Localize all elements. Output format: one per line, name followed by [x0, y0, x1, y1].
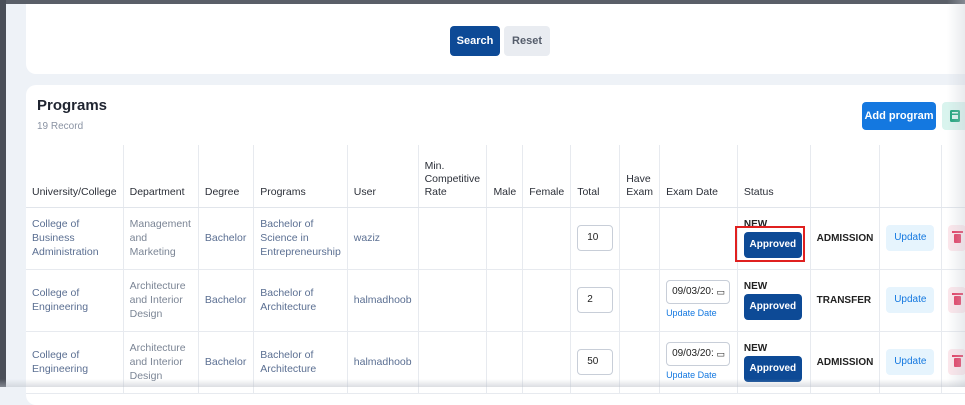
cell-female	[522, 269, 572, 332]
approved-button[interactable]: Approved	[743, 232, 802, 258]
cell-status: NEW Approved	[737, 269, 811, 332]
col-header: University/College	[26, 145, 124, 208]
programs-table: University/College Department Degree Pro…	[26, 145, 965, 394]
update-date-link[interactable]: Update Date	[666, 306, 731, 320]
table-header-row: University/College Department Degree Pro…	[26, 145, 965, 208]
cell-exam-date: 09/03/20: ▭ Update Date	[659, 269, 738, 332]
cell-min-rate	[418, 207, 488, 270]
cell-have-exam	[619, 269, 661, 332]
col-header: Total	[570, 145, 621, 208]
calendar-icon[interactable]: ▭	[717, 347, 726, 361]
cell-type: TRANSFER	[810, 269, 881, 332]
cell-college: College of Engineering	[26, 269, 124, 332]
record-count: 19 Record	[37, 121, 84, 132]
cell-total: 10	[570, 207, 621, 270]
col-header: Female	[522, 145, 572, 208]
cell-total: 2	[570, 269, 621, 332]
update-button[interactable]: Update	[886, 349, 935, 375]
programs-panel: Programs 19 Record Add program Universit…	[26, 85, 965, 405]
col-header: Male	[486, 145, 524, 208]
col-header: Have Exam	[619, 145, 661, 208]
status-label: NEW	[743, 219, 768, 230]
cell-user: waziz	[347, 207, 419, 270]
cell-update: Update	[879, 207, 943, 270]
col-header: User	[347, 145, 419, 208]
cell-college: College of Business Administration	[26, 207, 124, 270]
col-header: Degree	[198, 145, 255, 208]
exam-date-value: 09/03/20:	[672, 348, 714, 359]
search-button[interactable]: Search	[450, 26, 500, 56]
cell-have-exam	[619, 207, 661, 270]
cell-program: Bachelor of Architecture	[253, 269, 348, 332]
exam-date-input[interactable]: 09/03/20: ▭	[666, 342, 731, 366]
update-button[interactable]: Update	[886, 287, 935, 313]
edge-shadow-bottom	[0, 379, 965, 387]
status-label: NEW	[743, 281, 768, 292]
cell-min-rate	[418, 269, 488, 332]
cell-department: Management and Marketing	[123, 207, 199, 270]
col-header-empty	[879, 145, 943, 208]
cell-program: Bachelor of Science in Entrepreneurship	[253, 207, 348, 270]
col-header: Department	[123, 145, 199, 208]
add-program-button[interactable]: Add program	[862, 102, 936, 130]
window-frame-left	[0, 0, 6, 387]
cell-exam-date	[659, 207, 738, 270]
col-header: Exam Date	[659, 145, 738, 208]
table-row: College of Business Administration Manag…	[26, 207, 965, 270]
cell-male	[486, 207, 524, 270]
exam-date-input[interactable]: 09/03/20: ▭	[666, 280, 731, 304]
cell-male	[486, 269, 524, 332]
reset-button[interactable]: Reset	[504, 26, 550, 56]
col-header-empty	[810, 145, 881, 208]
cell-update: Update	[879, 269, 943, 332]
calendar-icon[interactable]: ▭	[717, 285, 726, 299]
page-title: Programs	[37, 97, 108, 114]
admission-type: TRANSFER	[816, 294, 872, 306]
approved-button[interactable]: Approved	[743, 294, 802, 320]
col-header: Programs	[253, 145, 348, 208]
total-input[interactable]: 2	[577, 287, 614, 313]
cell-department: Architecture and Interior Design	[123, 269, 199, 332]
admission-type: ADMISSION	[816, 232, 874, 244]
edge-shadow-right	[947, 0, 965, 387]
cell-type: ADMISSION	[810, 207, 881, 270]
status-label: NEW	[743, 343, 768, 354]
total-input[interactable]: 10	[577, 225, 614, 251]
search-panel: Search Reset	[26, 4, 965, 74]
cell-status: NEW Approved	[737, 207, 811, 270]
admission-type: ADMISSION	[816, 356, 874, 368]
table-row: College of Engineering Architecture and …	[26, 269, 965, 332]
cell-degree: Bachelor	[198, 207, 255, 270]
col-header: Min. Competitive Rate	[418, 145, 488, 208]
total-input[interactable]: 50	[577, 349, 614, 375]
update-button[interactable]: Update	[886, 225, 935, 251]
exam-date-value: 09/03/20:	[672, 286, 714, 297]
cell-degree: Bachelor	[198, 269, 255, 332]
col-header: Status	[737, 145, 811, 208]
cell-user: halmadhoob	[347, 269, 419, 332]
cell-female	[522, 207, 572, 270]
